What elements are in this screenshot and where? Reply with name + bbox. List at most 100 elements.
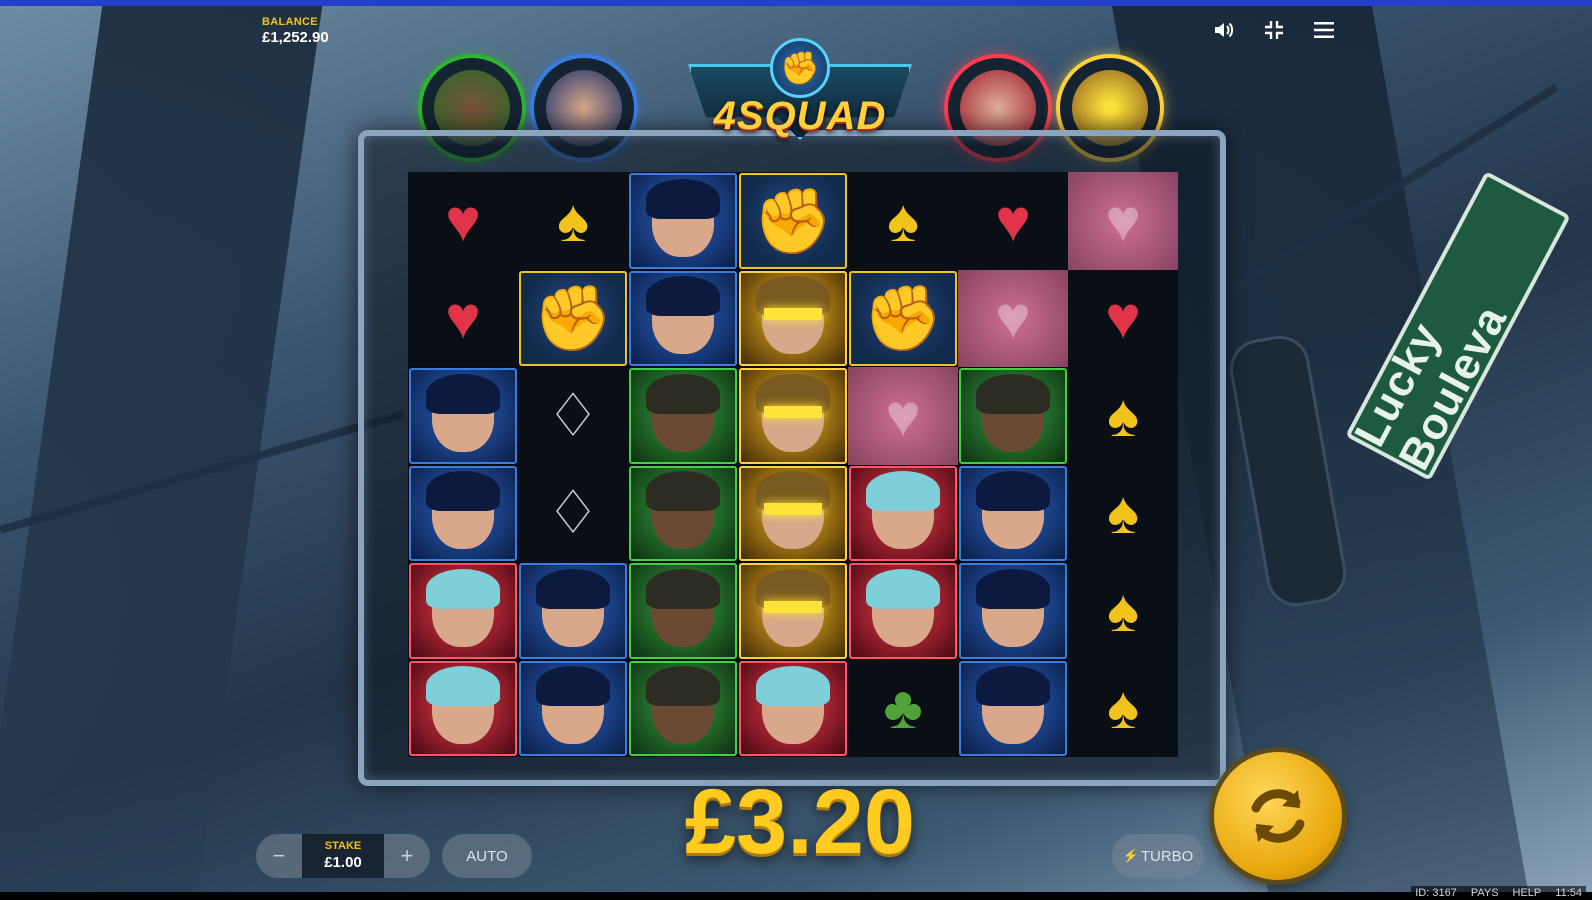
- spin-button[interactable]: [1214, 752, 1342, 880]
- blue-hero-symbol: [976, 568, 1050, 647]
- reel-cell-blue: [409, 465, 517, 561]
- blue-hero-symbol: [976, 471, 1050, 550]
- green-hero-symbol: [646, 666, 720, 745]
- yellow-hero-symbol: [756, 471, 830, 550]
- reel-cell-diamond: ♢: [518, 367, 628, 465]
- speaker-icon[interactable]: [1212, 18, 1236, 42]
- fist-wild-icon: ✊: [863, 282, 943, 355]
- stake-decrease-button[interactable]: −: [256, 834, 302, 878]
- reel-cell-blue: [519, 563, 627, 659]
- balance-display: BALANCE £1,252.90: [262, 16, 329, 46]
- blue-hero-symbol: [976, 666, 1050, 745]
- fist-wild-icon: ✊: [533, 282, 613, 355]
- green-hero-symbol: [646, 373, 720, 452]
- diamond-icon: ♢: [546, 479, 600, 547]
- clock: 11:54: [1555, 887, 1582, 899]
- balance-value: £1,252.90: [262, 29, 329, 46]
- green-hero-symbol: [976, 373, 1050, 452]
- turbo-button[interactable]: ⚡ TURBO: [1112, 834, 1204, 878]
- stake-display: STAKE £1.00: [302, 834, 384, 878]
- footer-bar: [0, 892, 1592, 900]
- blue-hero-symbol: [646, 178, 720, 257]
- reel-cell-heart: ♥: [408, 172, 518, 270]
- reel-cell-blue: [629, 270, 737, 366]
- reel-grid: ♥ ♠ ✊ ♠ ♥ ♥ ♥ ✊ ✊ ♥ ♥ ♢ ♥ ♠ ♢ ♠ ♠ ♣ ♠: [408, 172, 1178, 757]
- red-hero-symbol: [866, 568, 940, 647]
- reel-cell-red: [409, 660, 517, 756]
- game-logo: ✊ 4SQUAD: [688, 38, 912, 158]
- reel-cell-blue: [959, 465, 1067, 561]
- reel-cell-green: [629, 660, 737, 756]
- reel-cell-blue: [519, 660, 627, 756]
- reel-cell-fist: ✊: [519, 270, 627, 366]
- blue-hero-symbol: [426, 471, 500, 550]
- reel-cell-pink: ♥: [958, 269, 1068, 367]
- reel-cell-heart: ♥: [1068, 269, 1178, 367]
- reel-cell-green: [629, 465, 737, 561]
- reel-cell-heart: ♥: [958, 172, 1068, 270]
- logo-text: 4SQUAD: [713, 94, 887, 138]
- reel-cell-yellow: [739, 270, 847, 366]
- reel-cell-red: [409, 563, 517, 659]
- reel-cell-blue: [409, 368, 517, 464]
- red-hero-symbol: [756, 666, 830, 745]
- stake-value: £1.00: [324, 854, 362, 871]
- reel-cell-pink: ♥: [1068, 172, 1178, 270]
- footer-info: ID: 3167 PAYS HELP 11:54: [1411, 886, 1586, 900]
- reel-cell-green: [629, 368, 737, 464]
- diamond-icon: ♢: [546, 381, 600, 449]
- spade-icon: ♠: [1107, 576, 1139, 644]
- reel-cell-blue: [959, 660, 1067, 756]
- yellow-hero-symbol: [756, 373, 830, 452]
- transformed-symbol: ♥: [1105, 186, 1141, 254]
- reel-cell-spade: ♠: [1068, 562, 1178, 660]
- stake-label: STAKE: [324, 840, 362, 852]
- reel-cell-diamond: ♢: [518, 464, 628, 562]
- reel-cell-red: [849, 563, 957, 659]
- reel-cell-pink: ♥: [848, 367, 958, 465]
- heart-icon: ♥: [995, 186, 1031, 254]
- reel-cell-spade: ♠: [848, 172, 958, 270]
- spade-icon: ♠: [1107, 381, 1139, 449]
- auto-button[interactable]: AUTO: [442, 834, 532, 878]
- spin-arrows-icon: [1251, 789, 1305, 843]
- win-amount: £3.20: [684, 771, 916, 873]
- reel-cell-red: [849, 465, 957, 561]
- stake-increase-button[interactable]: +: [384, 834, 430, 878]
- heart-icon: ♥: [1105, 284, 1141, 352]
- top-controls: [1212, 18, 1336, 42]
- turbo-label: TURBO: [1140, 847, 1194, 865]
- reel-cell-red: [739, 660, 847, 756]
- stake-control: − STAKE £1.00 +: [256, 834, 430, 878]
- auto-label: AUTO: [466, 847, 508, 865]
- spade-icon: ♠: [557, 186, 589, 254]
- reel-cell-fist: ✊: [849, 270, 957, 366]
- session-id: ID: 3167: [1415, 887, 1457, 899]
- balance-label: BALANCE: [262, 16, 318, 28]
- yellow-hero-symbol: [756, 568, 830, 647]
- help-link[interactable]: HELP: [1513, 887, 1542, 899]
- blue-hero-symbol: [426, 373, 500, 452]
- reel-cell-blue: [959, 563, 1067, 659]
- pays-link[interactable]: PAYS: [1471, 887, 1499, 899]
- spade-icon: ♠: [887, 186, 919, 254]
- blue-hero-symbol: [536, 568, 610, 647]
- reel-cell-yellow: [739, 368, 847, 464]
- red-hero-symbol: [426, 568, 500, 647]
- reel-cell-blue: [629, 173, 737, 269]
- reel-cell-yellow: [739, 465, 847, 561]
- lightning-icon: ⚡: [1122, 848, 1139, 863]
- yellow-hero-symbol: [756, 276, 830, 355]
- heart-icon: ♥: [445, 186, 481, 254]
- menu-icon[interactable]: [1312, 18, 1336, 42]
- reel-cell-spade: ♠: [518, 172, 628, 270]
- red-hero-symbol: [426, 666, 500, 745]
- reel-cell-heart: ♥: [408, 269, 518, 367]
- blue-hero-symbol: [646, 276, 720, 355]
- reel-cell-spade: ♠: [1068, 367, 1178, 465]
- transformed-symbol: ♥: [995, 284, 1031, 352]
- fist-wild-icon: ✊: [753, 184, 833, 257]
- spade-icon: ♠: [1107, 479, 1139, 547]
- reel-cell-spade: ♠: [1068, 659, 1178, 757]
- minimize-icon[interactable]: [1262, 18, 1286, 42]
